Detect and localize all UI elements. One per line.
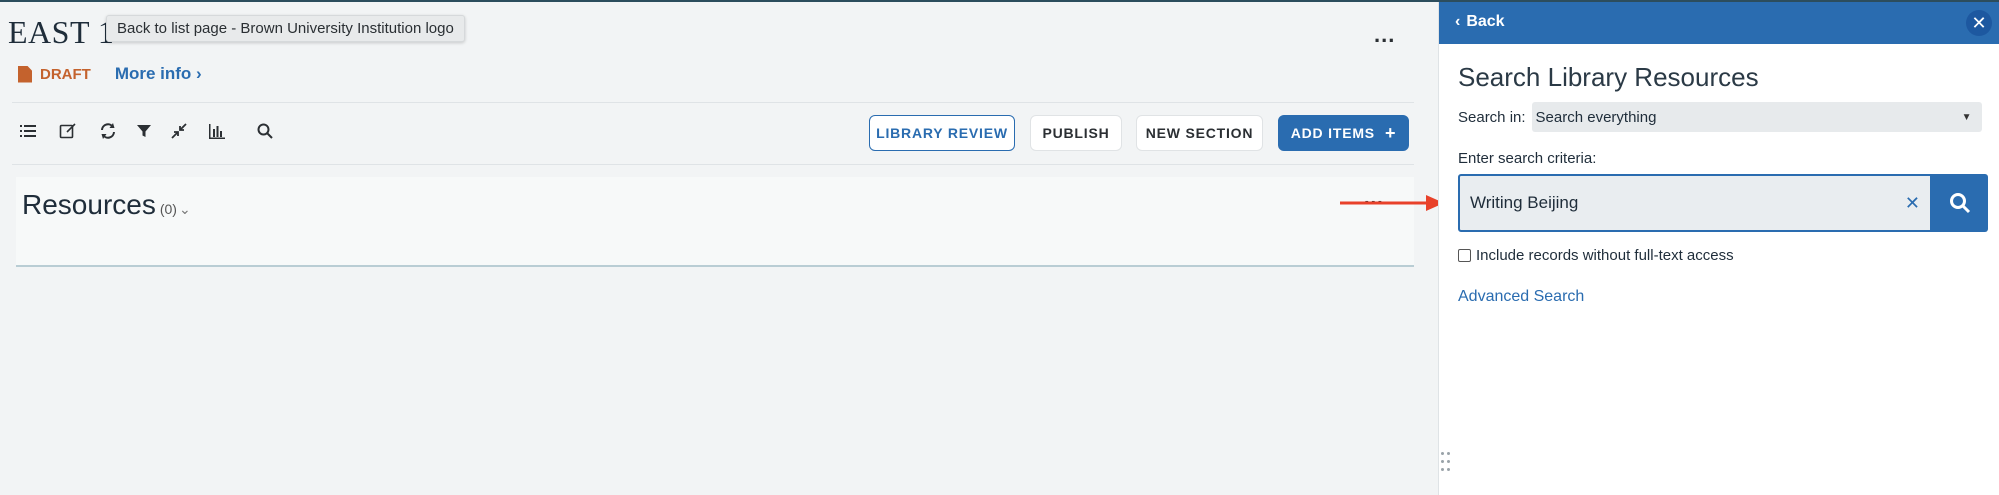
search-icon <box>1950 193 1971 214</box>
edit-icon[interactable] <box>58 121 78 141</box>
filter-icon[interactable] <box>134 121 154 141</box>
search-in-row: Search in: Search everything ▼ <box>1458 102 1982 132</box>
add-items-label: ADD ITEMS <box>1290 125 1375 141</box>
chevron-down-icon[interactable]: ⌄ <box>179 201 191 217</box>
section-title[interactable]: Resources (0) ⌄ <box>22 189 191 221</box>
criteria-label: Enter search criteria: <box>1458 150 1597 167</box>
search-input-value[interactable]: Writing Beijing <box>1470 193 1905 213</box>
library-review-button[interactable]: LIBRARY REVIEW <box>869 115 1015 151</box>
section-card: Resources (0) ⌄ ... <box>16 177 1414 267</box>
search-in-value: Search everything <box>1535 108 1657 126</box>
include-row: Include records without full-text access <box>1458 247 1734 264</box>
chevron-left-icon: ‹ <box>1455 13 1461 30</box>
search-panel: ‹ Back ✕ Search Library Resources Search… <box>1438 2 1999 495</box>
draft-status: DRAFT <box>40 65 91 83</box>
divider <box>12 102 1414 103</box>
resize-handle-icon[interactable] <box>1441 452 1453 478</box>
plus-icon: + <box>1384 122 1397 143</box>
include-checkbox[interactable] <box>1458 249 1471 262</box>
search-in-select[interactable]: Search everything ▼ <box>1531 102 1982 132</box>
more-info-link[interactable]: More info › <box>115 64 202 84</box>
include-label: Include records without full-text access <box>1476 247 1734 264</box>
search-input[interactable]: Writing Beijing ✕ <box>1458 174 1932 232</box>
close-icon[interactable]: ✕ <box>1966 10 1992 36</box>
annotation-arrow-icon <box>1340 195 1444 211</box>
add-items-button[interactable]: ADD ITEMS + <box>1278 115 1409 151</box>
status-row: DRAFT More info › <box>18 64 202 84</box>
list-title: EAST 1 <box>8 14 115 50</box>
advanced-search-link[interactable]: Advanced Search <box>1458 288 1584 306</box>
panel-header: ‹ Back ✕ <box>1439 2 1999 44</box>
statistics-icon[interactable] <box>207 121 227 141</box>
more-options-button[interactable]: ... <box>1374 22 1395 48</box>
back-label: Back <box>1466 13 1505 30</box>
clear-icon[interactable]: ✕ <box>1905 193 1920 214</box>
tooltip: Back to list page - Brown University Ins… <box>106 15 465 42</box>
new-section-button[interactable]: NEW SECTION <box>1136 115 1263 151</box>
divider <box>12 164 1414 165</box>
list-view-icon[interactable] <box>18 121 38 141</box>
refresh-icon[interactable] <box>98 121 118 141</box>
search-in-label: Search in: <box>1458 108 1526 126</box>
document-icon <box>18 65 32 83</box>
search-icon[interactable] <box>255 121 275 141</box>
section-count: (0) <box>159 201 177 217</box>
caret-down-icon: ▼ <box>1961 111 1972 123</box>
section-title-label: Resources <box>22 189 156 220</box>
publish-button[interactable]: PUBLISH <box>1030 115 1122 151</box>
search-button[interactable] <box>1932 174 1988 232</box>
back-button[interactable]: ‹ Back <box>1455 13 1505 31</box>
main-area: EAST 1 Back to list page - Brown Univers… <box>0 2 1444 495</box>
panel-title: Search Library Resources <box>1458 62 1759 92</box>
collapse-icon[interactable] <box>169 121 189 141</box>
